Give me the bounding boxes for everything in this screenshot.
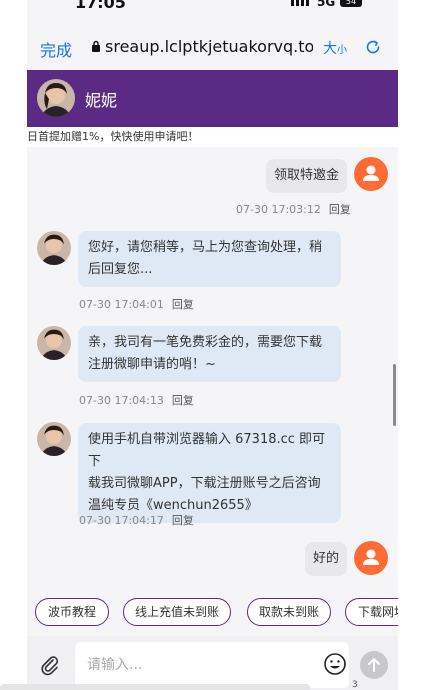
- message-list: 领取特邀金 07-30 17:03:12 回复 您好，请您稍等，马上为您查询处理，…: [27, 147, 398, 585]
- quick-reply-chip[interactable]: 下载网址: [345, 598, 398, 626]
- quick-reply-chip[interactable]: 取款未到账: [247, 598, 331, 626]
- reply-link[interactable]: 回复: [172, 514, 194, 527]
- emoji-icon[interactable]: [323, 652, 347, 676]
- text-size-big: 大: [323, 41, 337, 57]
- agent-message-bubble: 亲，我司有一笔免费彩金的，需要您下载 注册微聊申请的哨！~: [78, 326, 341, 382]
- text-size-button[interactable]: 大小: [323, 38, 347, 58]
- agent-avatar: [37, 231, 71, 265]
- scrollbar[interactable]: [393, 364, 396, 426]
- message-time: 07-30 17:04:01: [79, 298, 164, 311]
- reply-link[interactable]: 回复: [172, 298, 194, 311]
- user-avatar: [354, 541, 388, 575]
- attachment-icon[interactable]: [39, 654, 61, 676]
- text-size-small: 小: [337, 45, 347, 56]
- network-label: 5G: [317, 0, 336, 9]
- user-message-bubble: 好的: [305, 542, 348, 576]
- message-line: 使用手机自带浏览器输入 67318.cc 即可下: [88, 432, 326, 469]
- bottom-sheet-handle: [0, 684, 310, 690]
- message-line: 注册微聊申请的哨！~: [88, 357, 216, 372]
- quick-reply-chip[interactable]: 线上充值未到账: [123, 598, 231, 626]
- composer: [27, 636, 398, 690]
- agent-message-bubble: 您好，请您稍等，马上为您查询处理，稍 后回复您...: [78, 231, 341, 287]
- user-message-bubble: 领取特邀金: [266, 159, 348, 193]
- message-line: 您好，请您稍等，马上为您查询处理，稍: [88, 240, 323, 255]
- lock-icon: [92, 40, 100, 52]
- url-field[interactable]: sreaup.lclptkjetuakorvq.top: [105, 37, 313, 56]
- reply-link[interactable]: 回复: [172, 394, 194, 407]
- agent-avatar[interactable]: [37, 79, 75, 117]
- message-meta: 07-30 17:03:12 回复: [236, 201, 351, 217]
- message-time: 07-30 17:04:17: [79, 514, 164, 527]
- message-time: 07-30 17:04:13: [79, 394, 164, 407]
- message-line: 亲，我司有一笔免费彩金的，需要您下载: [88, 335, 323, 350]
- agent-avatar: [37, 326, 71, 360]
- phone-screen: 17:05 5G 54 完成 sreaup.lclptkjetuakorvq.t…: [27, 0, 398, 690]
- page-count: 3: [352, 680, 358, 690]
- agent-avatar: [37, 422, 71, 456]
- message-meta: 07-30 17:04:17 回复: [79, 512, 194, 528]
- message-line: 载我司微聊APP，下载注册账号之后咨询: [88, 476, 321, 491]
- battery-icon: 54: [340, 0, 362, 7]
- message-input[interactable]: [75, 642, 349, 688]
- user-avatar: [354, 157, 388, 191]
- done-button[interactable]: 完成: [40, 37, 72, 61]
- quick-reply-chip[interactable]: 波币教程: [35, 598, 109, 626]
- quick-reply-bar: 波币教程 线上充值未到账 取款未到账 下载网址: [27, 590, 398, 634]
- message-meta: 07-30 17:04:01 回复: [79, 296, 194, 312]
- signal-icon: [291, 0, 309, 6]
- status-bar: 17:05 5G 54: [27, 0, 398, 14]
- reply-link[interactable]: 回复: [329, 203, 351, 216]
- chat-header: 妮妮: [27, 70, 398, 127]
- notice-marquee: 日首提加赠1%，快快使用申请吧！: [27, 127, 398, 147]
- browser-toolbar: 完成 sreaup.lclptkjetuakorvq.top 大小: [27, 28, 398, 68]
- agent-name: 妮妮: [85, 91, 118, 110]
- arrow-up-icon: [368, 658, 380, 672]
- message-meta: 07-30 17:04:13 回复: [79, 392, 194, 408]
- send-button[interactable]: [360, 651, 388, 679]
- agent-message-bubble: 使用手机自带浏览器输入 67318.cc 即可下 载我司微聊APP，下载注册账号…: [78, 423, 341, 523]
- status-time: 17:05: [75, 0, 126, 12]
- reload-icon[interactable]: [364, 38, 382, 56]
- message-time: 07-30 17:03:12: [236, 203, 321, 216]
- message-line: 后回复您...: [88, 262, 153, 277]
